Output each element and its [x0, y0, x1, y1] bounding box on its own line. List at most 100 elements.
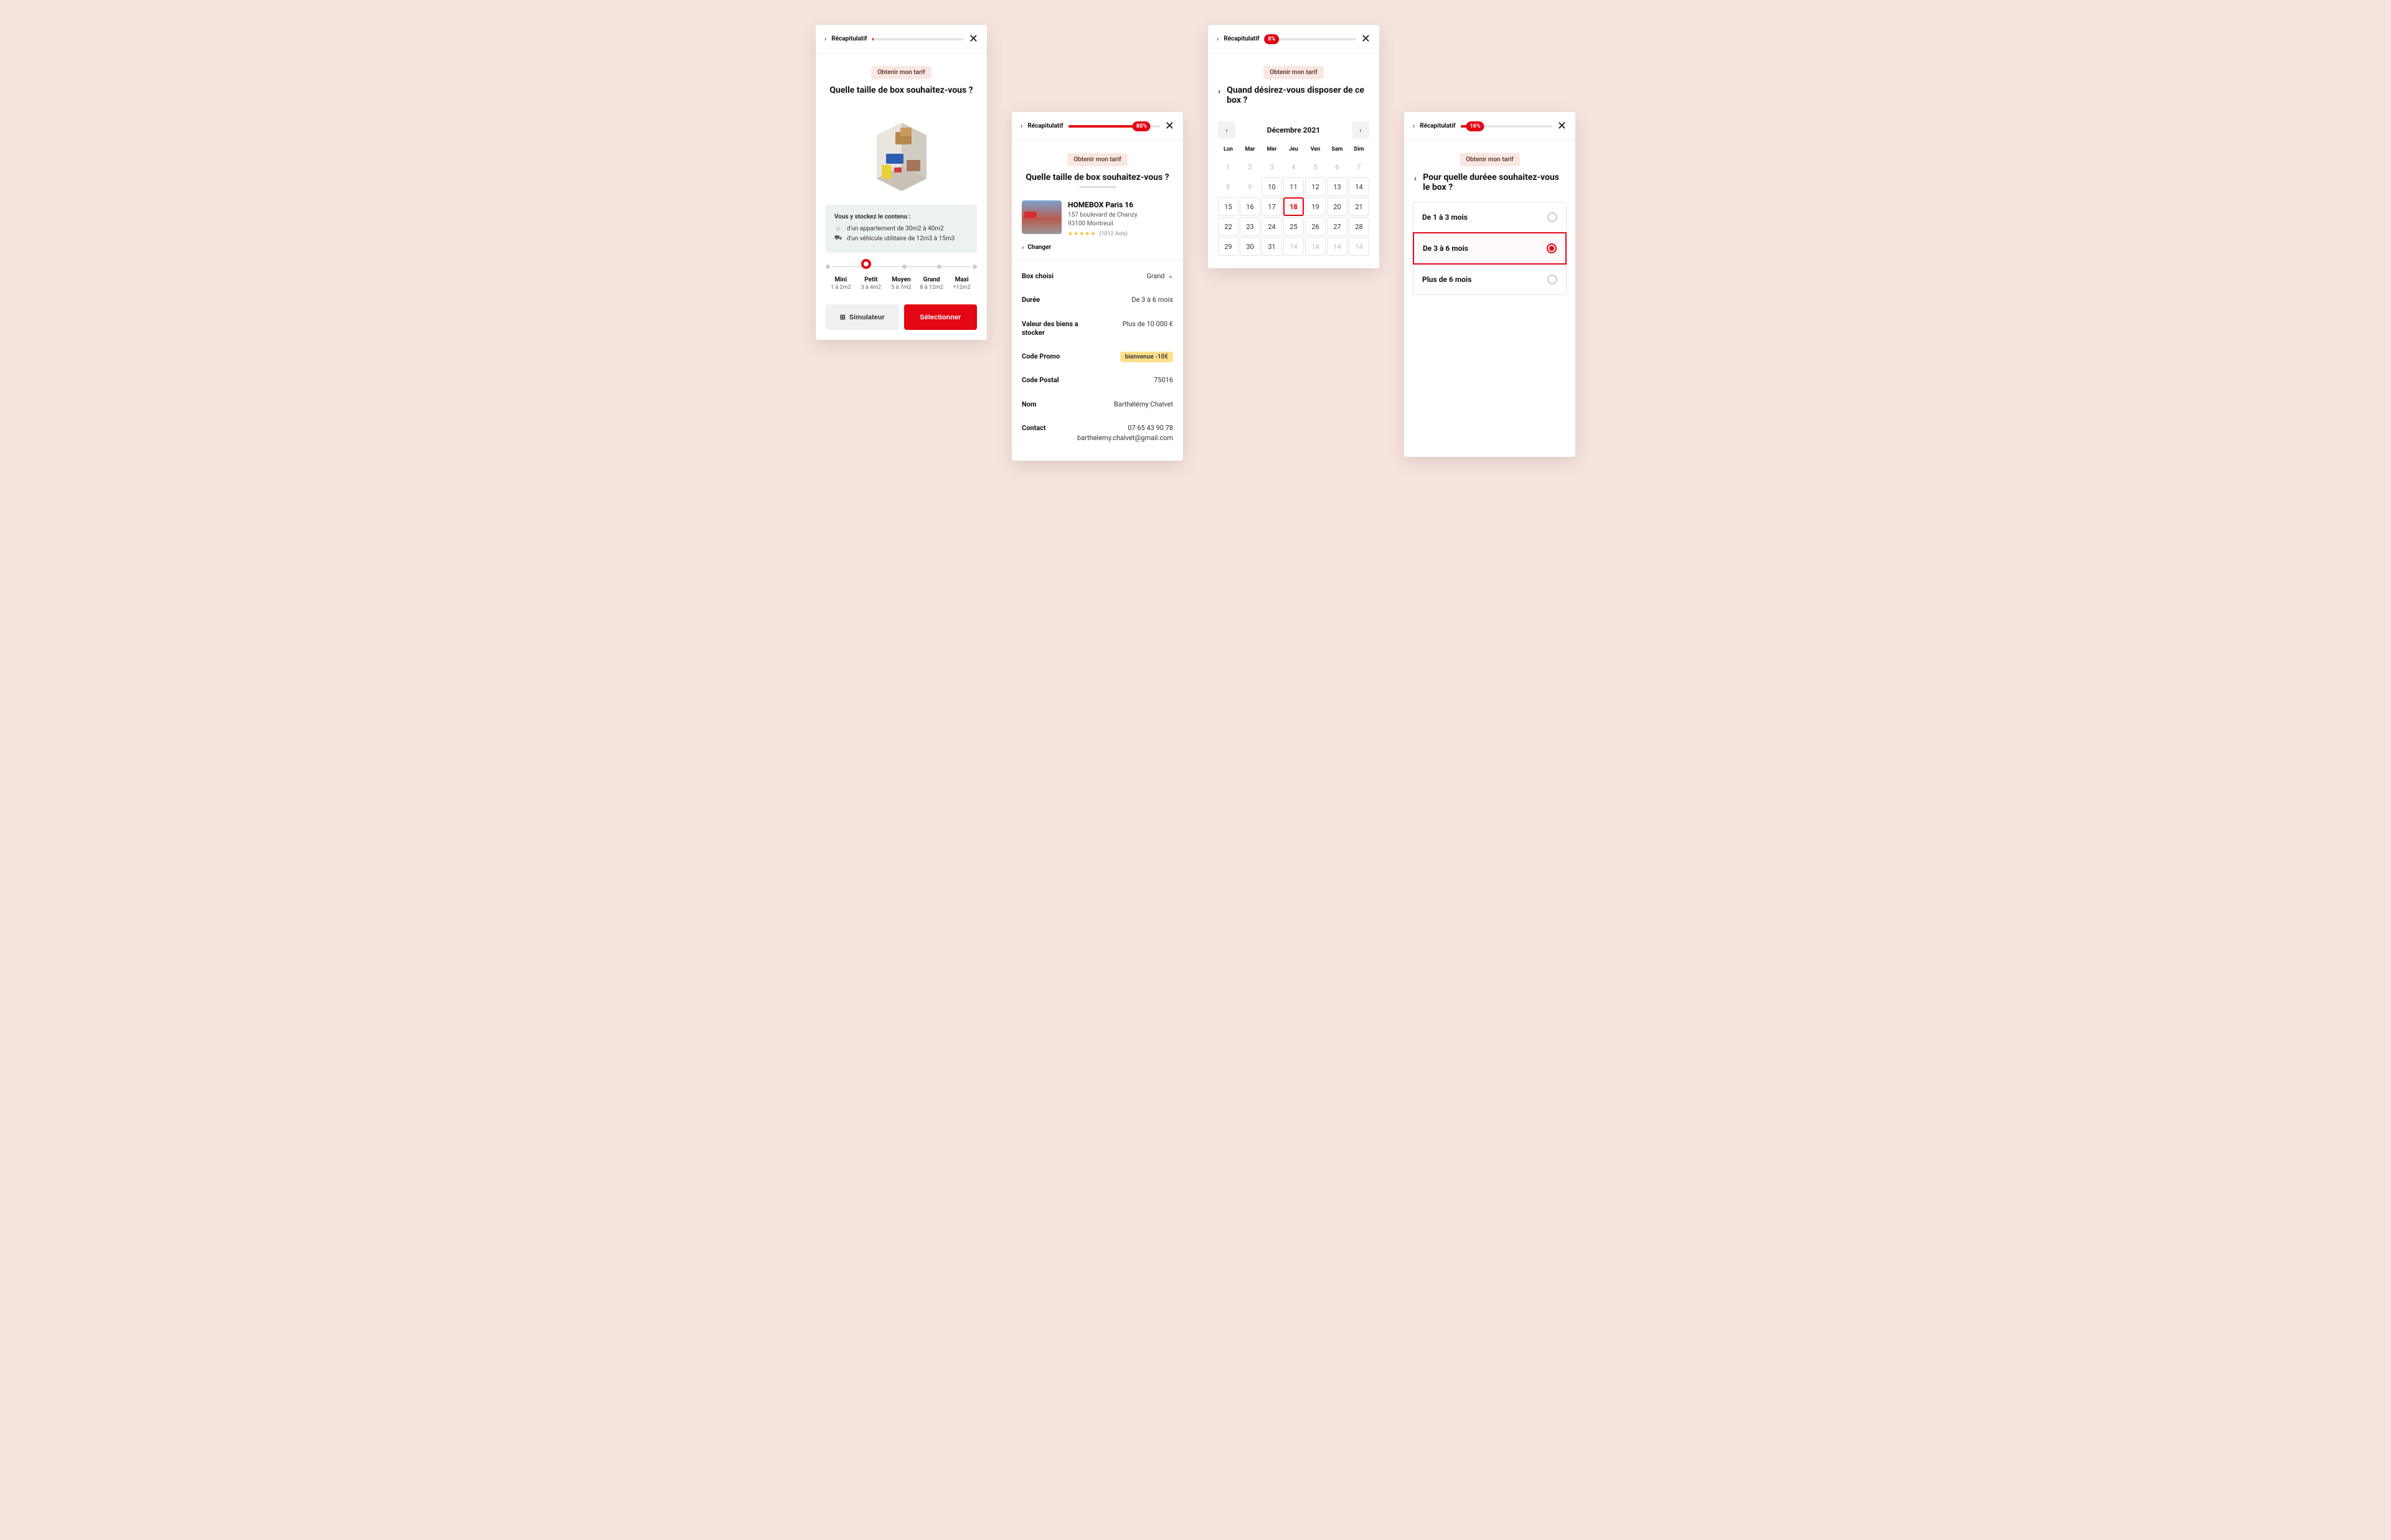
calendar-day[interactable]: 22 [1218, 217, 1238, 236]
slider-dot-moyen[interactable] [902, 265, 907, 269]
section-head: Obtenir mon tarif [1208, 54, 1379, 85]
slider-dot-petit[interactable] [861, 259, 871, 269]
calendar-day[interactable]: 12 [1305, 177, 1326, 196]
change-store-button[interactable]: › Changer [1012, 237, 1183, 261]
calendar-day[interactable]: 11 [1283, 177, 1304, 196]
calendar-day[interactable]: 14 [1327, 237, 1347, 256]
recap-label[interactable]: Récapitulatif [831, 35, 867, 42]
calendar-day[interactable]: 14 [1349, 177, 1369, 196]
calendar-day[interactable]: 10 [1262, 177, 1282, 196]
calendar-day[interactable]: 16 [1240, 197, 1260, 216]
slider-dot-grand[interactable] [937, 265, 941, 269]
calendar-day[interactable]: 14 [1283, 237, 1304, 256]
slider-dot-maxi[interactable] [973, 265, 977, 269]
sheet-handle[interactable] [1079, 186, 1116, 188]
store-card: HOMEBOX Paris 16 157 boulevard de Chanzy… [1012, 200, 1183, 237]
calendar-day[interactable]: 13 [1327, 177, 1347, 196]
calendar-day: 6 [1327, 157, 1347, 176]
prev-month-button[interactable]: ‹ [1218, 121, 1235, 139]
calendar-day: 9 [1240, 177, 1260, 196]
calendar-day[interactable]: 26 [1305, 217, 1326, 236]
page-title: Pour quelle duréee souhaitez-vous le box… [1423, 172, 1565, 192]
store-address-2: 93100 Montreuil [1068, 220, 1138, 228]
calendar-day[interactable]: 29 [1218, 237, 1238, 256]
chevron-right-icon: › [824, 35, 826, 43]
progress-bar: 16% [1461, 125, 1552, 128]
recap-label[interactable]: Récapitulatif [1027, 123, 1063, 129]
promo-badge: bienvenue -10€ [1120, 352, 1173, 362]
store-address-1: 157 boulevard de Chanzy [1068, 211, 1138, 220]
header: › Récapitulatif 16% ✕ [1404, 112, 1575, 141]
back-button[interactable]: ‹ [1414, 174, 1417, 184]
calendar-day[interactable]: 15 [1218, 197, 1238, 216]
reviews-count: (1012 Avis) [1099, 231, 1128, 237]
duration-option[interactable]: De 3 à 6 mois [1413, 232, 1567, 265]
close-button[interactable]: ✕ [1361, 32, 1370, 45]
duration-label: De 3 à 6 mois [1423, 244, 1468, 253]
section-head: Obtenir mon tarif [1404, 141, 1575, 172]
page-title: Quand désirez-vous disposer de ce box ? [1227, 85, 1369, 105]
duration-option[interactable]: Plus de 6 mois [1413, 264, 1567, 295]
calendar-day[interactable]: 24 [1262, 217, 1282, 236]
calendar-day[interactable]: 31 [1262, 237, 1282, 256]
calendar-day[interactable]: 27 [1327, 217, 1347, 236]
screen-calendar: › Récapitulatif 8% ✕ Obtenir mon tarif ‹… [1208, 25, 1379, 268]
contact-email: barthelemy.chalvet@gmail.com [1077, 434, 1173, 442]
question-row: ‹ Quand désirez-vous disposer de ce box … [1208, 85, 1379, 115]
calendar-day[interactable]: 14 [1305, 237, 1326, 256]
row-promo[interactable]: Code Promo bienvenue -10€ [1022, 345, 1173, 369]
section-head: Obtenir mon tarif Quelle taille de box s… [1012, 141, 1183, 194]
calendar-day[interactable]: 28 [1349, 217, 1369, 236]
next-month-button[interactable]: › [1352, 121, 1369, 139]
calendar-day[interactable]: 19 [1305, 197, 1326, 216]
info-row-vehicle: ⛟ d'un véhicule utilitaire de 12m3 à 15m… [834, 235, 968, 243]
row-value[interactable]: Valeur des biens a stocker Plus de 10 00… [1022, 312, 1173, 345]
calendar-day[interactable]: 17 [1262, 197, 1282, 216]
question-row: ‹ Pour quelle duréee souhaitez-vous le b… [1404, 172, 1575, 202]
store-name: HOMEBOX Paris 16 [1068, 200, 1138, 209]
slider-dot-mini[interactable] [826, 265, 830, 269]
apartment-icon: ⌂ [834, 225, 842, 232]
summary-list: Box choisi Grand ⌄ Durée De 3 à 6 mois V… [1012, 261, 1183, 461]
calendar-days: 1234567891011121314151617181920212223242… [1218, 157, 1369, 256]
calendar-day[interactable]: 21 [1349, 197, 1369, 216]
simulator-button[interactable]: ⊞ Simulateur [826, 304, 899, 330]
back-button[interactable]: ‹ [1218, 87, 1220, 96]
radio-ring-icon [1547, 212, 1557, 222]
duration-option[interactable]: De 1 à 3 mois [1413, 202, 1567, 233]
row-contact[interactable]: Contact 07 65 43 90 78 barthelemy.chalve… [1022, 416, 1173, 449]
vehicle-icon: ⛟ [834, 235, 842, 243]
recap-label[interactable]: Récapitulatif [1224, 35, 1259, 42]
calendar-day[interactable]: 23 [1240, 217, 1260, 236]
radio-ring-icon [1547, 275, 1557, 284]
size-slider[interactable]: Mini1 à 2m2 Petit3 à 4m2 Moyen5 à 7m2 Gr… [816, 253, 987, 294]
calendar-day[interactable]: 20 [1327, 197, 1347, 216]
calendar-dow: Lun Mar Mer Jeu Ven Sam Dim [1218, 146, 1369, 153]
progress-badge: 80% [1133, 121, 1151, 131]
row-duration[interactable]: Durée De 3 à 6 mois [1022, 288, 1173, 312]
close-button[interactable]: ✕ [1165, 120, 1174, 133]
recap-label[interactable]: Récapitulatif [1420, 123, 1455, 129]
header: › Récapitulatif 80% ✕ [1012, 112, 1183, 141]
row-box[interactable]: Box choisi Grand ⌄ [1022, 265, 1173, 288]
close-button[interactable]: ✕ [969, 32, 978, 45]
row-name[interactable]: Nom Barthélémy Chalvet [1022, 393, 1173, 416]
calendar-day: 5 [1305, 157, 1326, 176]
calendar-day[interactable]: 25 [1283, 217, 1304, 236]
info-head: Vous y stockez le contenu : [834, 214, 968, 220]
progress-badge: 16% [1466, 121, 1484, 131]
calendar-day[interactable]: 14 [1349, 237, 1369, 256]
action-buttons: ⊞ Simulateur Sélectionner [816, 294, 987, 340]
calendar-grid: Lun Mar Mer Jeu Ven Sam Dim 123456789101… [1208, 139, 1379, 268]
header: › Récapitulatif 8% ✕ [1208, 25, 1379, 54]
calendar-day[interactable]: 30 [1240, 237, 1260, 256]
row-postal[interactable]: Code Postal 75016 [1022, 369, 1173, 392]
calendar-day[interactable]: 18 [1283, 197, 1304, 216]
close-button[interactable]: ✕ [1557, 120, 1567, 133]
select-button[interactable]: Sélectionner [904, 304, 978, 330]
page-title: Quelle taille de box souhaitez-vous ? [1022, 172, 1173, 182]
chevron-down-icon: ⌄ [1168, 273, 1173, 279]
step-pill: Obtenir mon tarif [1460, 153, 1519, 166]
chevron-right-icon: › [1021, 122, 1022, 130]
progress-badge: 8% [1264, 34, 1279, 44]
